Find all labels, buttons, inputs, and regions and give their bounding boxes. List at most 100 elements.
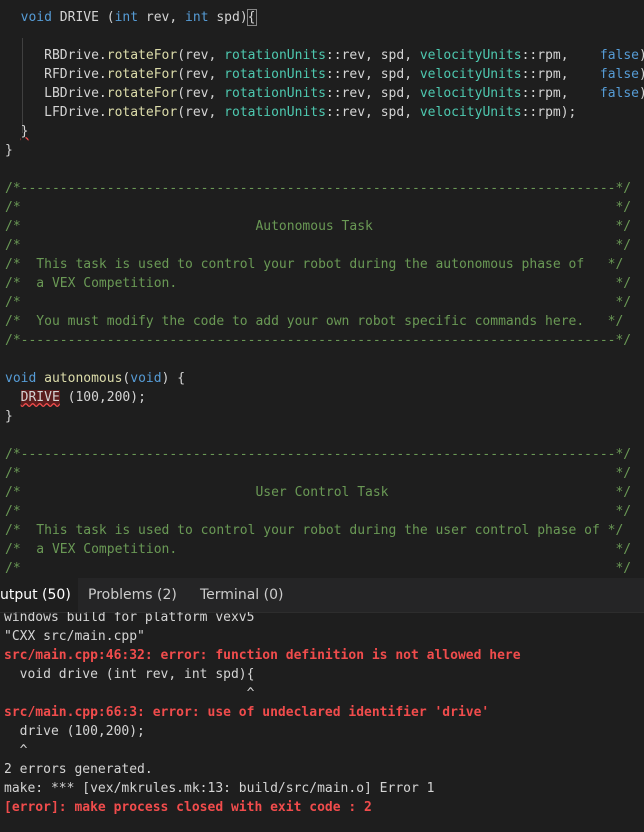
code-token: ::rev, spd, xyxy=(325,105,420,120)
code-token: /* a VEX Competition. */ xyxy=(5,542,632,557)
code-token: velocityUnits xyxy=(419,67,522,82)
output-log[interactable]: windows build for platform vexv5 "CXX src… xyxy=(0,612,644,832)
code-line: /* a VEX Competition. */ xyxy=(5,274,631,293)
code-token: rotateFor xyxy=(106,86,178,101)
output-line: make: *** [vex/mkrules.mk:13: build/src/… xyxy=(4,781,435,796)
code-line: /* This task is used to control your rob… xyxy=(5,521,623,540)
output-line: ^ xyxy=(4,743,28,758)
code-token: /* User Control Task */ xyxy=(5,485,632,500)
code-token: DRIVE xyxy=(20,390,60,405)
code-line: /* This task is used to control your rob… xyxy=(5,255,623,274)
output-line: "CXX src/main.cpp" xyxy=(4,629,145,644)
output-error-line: src/main.cpp:66:3: error: use of undecla… xyxy=(4,705,490,720)
code-token: LFDrive. xyxy=(5,105,107,120)
code-token: void xyxy=(130,371,162,386)
code-token: rotateFor xyxy=(106,105,178,120)
code-token: void xyxy=(5,371,37,386)
code-token: /* This task is used to control your rob… xyxy=(5,257,624,272)
code-token: } xyxy=(5,409,13,424)
code-line: void DRIVE (int rev, int spd){ xyxy=(5,8,257,27)
code-token: int xyxy=(114,10,139,25)
code-token: rotationUnits xyxy=(224,105,326,120)
code-line: /* */ xyxy=(5,502,631,521)
output-line: 2 errors generated. xyxy=(4,762,153,777)
code-token: (100,200); xyxy=(59,390,146,405)
code-token: ) { xyxy=(161,371,186,386)
code-token: (rev, xyxy=(177,67,225,82)
code-token: false xyxy=(599,67,640,82)
code-token: /*--------------------------------------… xyxy=(5,333,632,348)
code-line: } xyxy=(5,141,13,160)
code-line: } xyxy=(5,122,29,141)
bottom-panel: utput (50) Problems (2) Terminal (0) win… xyxy=(0,578,644,832)
code-token: /* */ xyxy=(5,466,632,481)
code-line: /* */ xyxy=(5,559,631,578)
code-line: /* */ xyxy=(5,293,631,312)
code-token: velocityUnits xyxy=(419,48,522,63)
code-line: DRIVE (100,200); xyxy=(5,388,146,407)
code-token: /* Autonomous Task */ xyxy=(5,219,632,234)
code-token: ::rpm, xyxy=(521,48,600,63)
code-token: /* */ xyxy=(5,200,632,215)
code-line: /* */ xyxy=(5,464,631,483)
code-token: /* */ xyxy=(5,561,632,576)
code-token: velocityUnits xyxy=(419,105,522,120)
code-token: } xyxy=(5,143,13,158)
code-token: ); xyxy=(639,86,644,101)
code-token: (rev, xyxy=(177,86,225,101)
code-token: rotationUnits xyxy=(224,86,326,101)
output-line: drive (100,200); xyxy=(4,724,145,739)
code-token: (rev, xyxy=(177,48,225,63)
code-token: (rev, xyxy=(177,105,225,120)
code-token: velocityUnits xyxy=(419,86,522,101)
code-line: LFDrive.rotateFor(rev, rotationUnits::re… xyxy=(5,103,576,122)
code-token: /*--------------------------------------… xyxy=(5,181,632,196)
code-line: } xyxy=(5,407,13,426)
tab-terminal[interactable]: Terminal (0) xyxy=(200,578,283,612)
code-token: spd) xyxy=(208,10,248,25)
panel-tab-bar: utput (50) Problems (2) Terminal (0) xyxy=(0,578,644,613)
code-token: /*--------------------------------------… xyxy=(5,447,632,462)
code-token: rotateFor xyxy=(106,48,178,63)
code-token: { xyxy=(246,9,257,26)
code-line: /*--------------------------------------… xyxy=(5,331,631,350)
code-token: DRIVE ( xyxy=(51,10,115,25)
code-token: int xyxy=(185,10,209,25)
code-token: /* */ xyxy=(5,295,632,310)
code-editor[interactable]: void DRIVE (int rev, int spd){ RBDrive.r… xyxy=(0,0,644,578)
code-token: ::rpm); xyxy=(521,105,577,120)
code-line: /* You must modify the code to add your … xyxy=(5,312,623,331)
code-token: rotationUnits xyxy=(224,67,326,82)
output-error-line: [error]: make process closed with exit c… xyxy=(4,800,372,815)
output-line: windows build for platform vexv5 xyxy=(4,612,255,625)
code-token: /* */ xyxy=(5,238,632,253)
code-token: rotateFor xyxy=(106,67,178,82)
code-token: autonomous xyxy=(44,371,123,386)
code-line: /*--------------------------------------… xyxy=(5,179,631,198)
output-error-line: src/main.cpp:46:32: error: function defi… xyxy=(4,648,521,663)
code-token: RFDrive. xyxy=(5,67,107,82)
code-token: rotationUnits xyxy=(224,48,326,63)
code-line: /* a VEX Competition. */ xyxy=(5,540,631,559)
code-line: /* User Control Task */ xyxy=(5,483,631,502)
code-line: /* */ xyxy=(5,198,631,217)
code-token: ::rpm, xyxy=(521,67,600,82)
code-token: ); xyxy=(639,67,644,82)
code-token: false xyxy=(599,86,640,101)
code-line: /* Autonomous Task */ xyxy=(5,217,631,236)
code-line: /* */ xyxy=(5,236,631,255)
code-token: ::rev, spd, xyxy=(325,86,420,101)
code-line: RFDrive.rotateFor(rev, rotationUnits::re… xyxy=(5,65,644,84)
code-token: void xyxy=(20,10,52,25)
code-token: rev, xyxy=(138,10,186,25)
code-line: void autonomous(void) { xyxy=(5,369,185,388)
code-token: ::rpm, xyxy=(521,86,600,101)
code-token: /* */ xyxy=(5,504,632,519)
code-token: LBDrive. xyxy=(5,86,107,101)
tab-problems[interactable]: Problems (2) xyxy=(88,578,177,612)
tab-output[interactable]: utput (50) xyxy=(0,578,78,612)
code-line: /*--------------------------------------… xyxy=(5,445,631,464)
